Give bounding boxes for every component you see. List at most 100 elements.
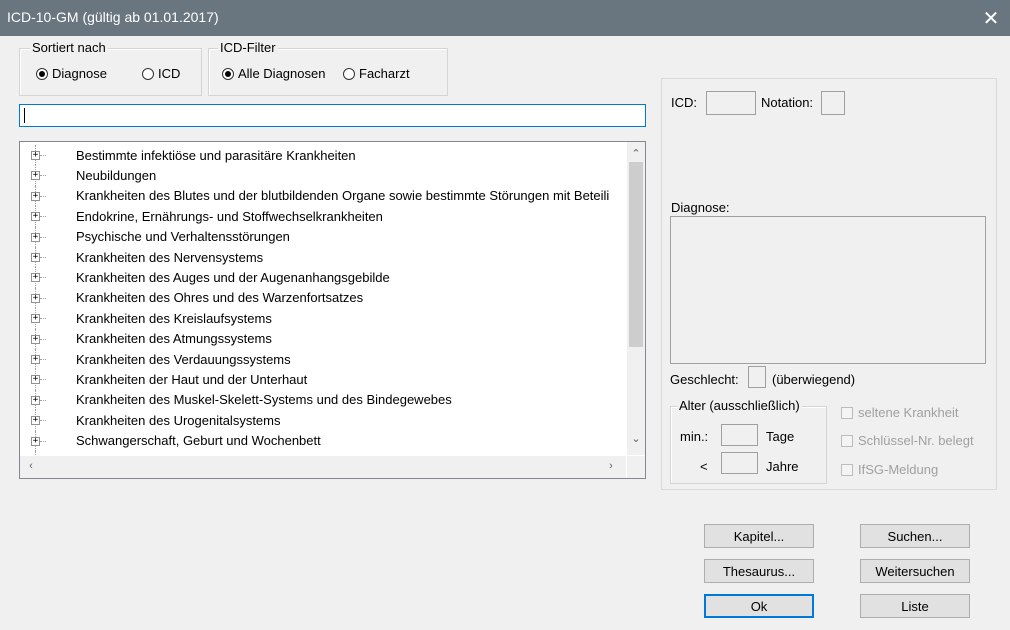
- sort-radio-icd[interactable]: ICD: [142, 66, 180, 81]
- notation-label: Notation:: [761, 95, 814, 110]
- lt-label: <: [700, 459, 708, 474]
- tree-item-label: Bestimmte Zustände, die ihren Ursprung i…: [76, 454, 484, 456]
- tree-item-label: Krankheiten des Urogenitalsystems: [76, 412, 281, 428]
- scroll-up-icon[interactable]: ⌃: [627, 147, 645, 160]
- tree-connector-dots: [40, 399, 46, 401]
- expand-plus-icon[interactable]: +: [31, 375, 40, 385]
- tree-item-label: Krankheiten des Auges und der Augenanhan…: [76, 269, 390, 285]
- jahre-label: Jahre: [766, 459, 799, 474]
- expand-plus-icon[interactable]: +: [31, 416, 40, 426]
- expand-plus-icon[interactable]: +: [31, 171, 40, 181]
- tree-connector-dots: [40, 297, 46, 299]
- tree-item[interactable]: + Schwangerschaft, Geburt und Wochenbett: [20, 430, 626, 451]
- seltene-krankheit-checkbox: seltene Krankheit: [841, 405, 958, 420]
- tree-item[interactable]: + Krankheiten des Verdauungssystems: [20, 349, 626, 370]
- tree-item[interactable]: + Krankheiten des Auges und der Augenanha…: [20, 267, 626, 288]
- tree-item[interactable]: + Krankheiten des Ohres und des Warzenfor…: [20, 287, 626, 309]
- radio-dot: [222, 67, 234, 80]
- tree-item-label: Neubildungen: [76, 167, 157, 183]
- tree-connector-dots: [40, 318, 46, 320]
- radio-dot: [36, 67, 48, 80]
- tree-item[interactable]: + Krankheiten des Kreislaufsystems: [20, 308, 626, 329]
- tree-item[interactable]: + Krankheiten des Atmungssystems: [20, 328, 626, 349]
- tree-item-label: Krankheiten der Haut und der Unterhaut: [76, 371, 308, 387]
- tree-connector-dots: [40, 155, 46, 156]
- icd-tree[interactable]: + Bestimmte infektiöse und parasitäre Kra…: [19, 141, 646, 479]
- expand-plus-icon[interactable]: +: [31, 151, 40, 160]
- scroll-left-icon[interactable]: ‹: [22, 460, 40, 472]
- min-tage-box: [721, 424, 758, 446]
- radio-dot: [343, 67, 355, 80]
- tree-item-label: Krankheiten des Blutes und der blutbilde…: [76, 188, 610, 204]
- icd-label: ICD:: [671, 95, 697, 110]
- expand-plus-icon[interactable]: +: [31, 212, 40, 222]
- checkbox-box: [841, 434, 853, 447]
- checkbox-label: IfSG-Meldung: [858, 462, 939, 477]
- tree-connector-dots: [40, 277, 46, 279]
- radio-dot: [142, 67, 154, 80]
- title-bar: ICD-10-GM (gültig ab 01.01.2017) ✕: [0, 0, 1010, 36]
- weitersuchen-button[interactable]: Weitersuchen: [860, 559, 970, 583]
- checkbox-label: seltene Krankheit: [858, 405, 959, 420]
- filter-radio-facharzt[interactable]: Facharzt: [343, 66, 410, 81]
- close-icon[interactable]: ✕: [972, 0, 1010, 36]
- text-caret: [24, 108, 25, 123]
- expand-plus-icon[interactable]: +: [31, 232, 40, 242]
- thesaurus-button[interactable]: Thesaurus...: [704, 559, 814, 583]
- search-input[interactable]: [19, 104, 646, 127]
- tree-item[interactable]: + Bestimmte infektiöse und parasitäre Kra…: [20, 145, 626, 166]
- expand-plus-icon[interactable]: +: [31, 334, 40, 344]
- tree-item-label: Endokrine, Ernährungs- und Stoffwechselk…: [76, 208, 383, 224]
- notation-value-box: [821, 91, 845, 115]
- scroll-down-icon[interactable]: ⌄: [627, 432, 645, 445]
- expand-plus-icon[interactable]: +: [31, 436, 40, 446]
- tree-item[interactable]: + Krankheiten des Blutes und der blutbild…: [20, 185, 626, 207]
- horizontal-scrollbar[interactable]: ‹ ›: [20, 456, 626, 478]
- expand-plus-icon[interactable]: +: [31, 191, 40, 201]
- scroll-thumb[interactable]: [629, 162, 643, 347]
- tree-connector-dots: [40, 379, 46, 381]
- sort-radio-diagnose[interactable]: Diagnose: [36, 66, 107, 81]
- tree-item-label: Krankheiten des Nervensystems: [76, 249, 264, 265]
- diagnose-text-box: [670, 216, 986, 364]
- schluessel-belegt-checkbox: Schlüssel-Nr. belegt: [841, 433, 974, 448]
- expand-plus-icon[interactable]: +: [31, 253, 40, 262]
- tree-item[interactable]: + Krankheiten des Urogenitalsystems: [20, 410, 626, 431]
- geschlecht-value-box: [748, 366, 766, 388]
- window-title: ICD-10-GM (gültig ab 01.01.2017): [7, 9, 219, 25]
- expand-plus-icon[interactable]: +: [31, 355, 40, 364]
- tree-item[interactable]: +Bestimmte Zustände, die ihren Ursprung …: [20, 451, 626, 455]
- tree-item[interactable]: + Psychische und Verhaltensstörungen: [20, 226, 626, 247]
- ok-button[interactable]: Ok: [704, 594, 814, 618]
- tree-item[interactable]: + Krankheiten der Haut und der Unterhaut: [20, 369, 626, 390]
- expand-plus-icon[interactable]: +: [31, 293, 40, 303]
- max-jahre-box: [721, 452, 758, 474]
- filter-radio-alle[interactable]: Alle Diagnosen: [222, 66, 325, 81]
- tree-item[interactable]: + Endokrine, Ernährungs- und Stoffwechsel…: [20, 206, 626, 227]
- checkbox-label: Schlüssel-Nr. belegt: [858, 433, 974, 448]
- tree-item-label: Krankheiten des Muskel-Skelett-Systems u…: [76, 392, 452, 408]
- suchen-button[interactable]: Suchen...: [860, 524, 970, 548]
- tree-connector-dots: [40, 420, 46, 422]
- tree-connector-dots: [40, 359, 46, 360]
- tree-item[interactable]: + Krankheiten des Nervensystems: [20, 247, 626, 268]
- tree-item-label: Krankheiten des Kreislaufsystems: [76, 310, 272, 326]
- tree-connector-dots: [40, 175, 46, 177]
- ueberwiegend-label: (überwiegend): [772, 372, 856, 387]
- tree-item-label: Bestimmte infektiöse und parasitäre Kran…: [76, 147, 356, 163]
- scrollbar-corner: [627, 456, 645, 478]
- tree-item-label: Krankheiten des Atmungssystems: [76, 331, 272, 347]
- expand-plus-icon[interactable]: +: [31, 273, 40, 283]
- tree-item-label: Krankheiten des Verdauungssystems: [76, 351, 291, 367]
- kapitel-button[interactable]: Kapitel...: [704, 524, 814, 548]
- liste-button[interactable]: Liste: [860, 594, 970, 618]
- tree-item[interactable]: + Neubildungen: [20, 165, 626, 186]
- expand-plus-icon[interactable]: +: [31, 314, 40, 324]
- tree-connector-dots: [40, 216, 46, 218]
- alter-group-legend: Alter (ausschließlich): [677, 398, 802, 413]
- tree-item[interactable]: + Krankheiten des Muskel-Skelett-Systems …: [20, 389, 626, 411]
- scroll-right-icon[interactable]: ›: [602, 460, 620, 472]
- icd-value-box: [706, 91, 756, 115]
- vertical-scrollbar[interactable]: ⌃ ⌄: [627, 142, 645, 455]
- expand-plus-icon[interactable]: +: [31, 395, 40, 405]
